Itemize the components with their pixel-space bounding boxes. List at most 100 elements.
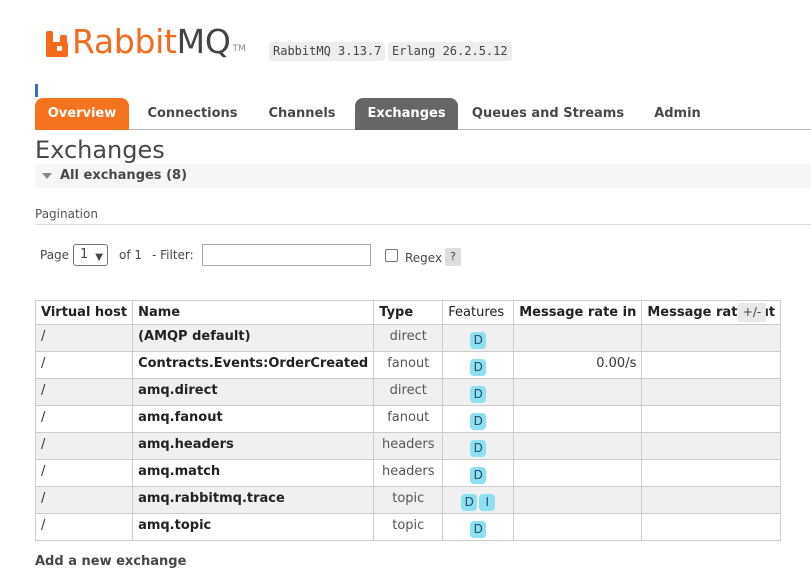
table-row: / amq.match headers D [34,459,782,487]
cell-virtual-host: / [34,378,134,406]
feature-badge: I [479,494,496,511]
all-exchanges-section-toggle[interactable]: All exchanges (8) [35,164,811,188]
cell-features: D [442,513,515,541]
column-header-name[interactable]: Name [132,300,375,325]
cell-virtual-host: / [34,405,134,433]
feature-badge: D [470,359,487,376]
cell-rate-out [641,513,782,541]
cell-type: fanout [373,405,444,433]
feature-badge: D [470,413,487,430]
cell-rate-in [513,513,643,541]
feature-badge: D [470,521,487,538]
cell-type: topic [373,486,444,514]
tab-overview[interactable]: Overview [35,98,129,130]
column-header-message-rate-in: Message rate in [513,300,643,325]
tab-connections[interactable]: Connections [139,98,246,130]
cell-virtual-host: / [34,324,134,352]
cell-rate-out [641,324,782,352]
cell-type: fanout [373,351,444,379]
table-row: / Contracts.Events:OrderCreated fanout D 0.0… [34,351,782,379]
main-nav-tabs: Overview Connections Channels Exchanges … [35,98,811,130]
cell-type: topic [373,513,444,541]
logo-trademark: TM [232,44,246,54]
column-header-features: Features [442,300,515,325]
cell-name-link[interactable]: amq.headers [132,432,375,460]
rabbitmq-logo[interactable]: RabbitMQ TM [46,22,246,62]
cell-features: D [442,405,515,433]
tab-admin[interactable]: Admin [640,98,715,130]
column-toggle-button[interactable]: +/- [738,303,766,322]
page-select[interactable]: 1 ▼ [73,244,108,266]
regex-label: Regex [405,251,443,265]
cell-name-link[interactable]: Contracts.Events:OrderCreated [132,351,375,379]
feature-badge: D [470,440,487,457]
cell-type: direct [373,324,444,352]
table-row: / amq.fanout fanout D [34,405,782,433]
cell-name-link[interactable]: amq.fanout [132,405,375,433]
table-row: / amq.headers headers D [34,432,782,460]
cell-rate-in [513,324,643,352]
tab-channels[interactable]: Channels [257,98,347,130]
cell-rate-out [641,432,782,460]
cell-type: headers [373,432,444,460]
pagination-label: Pagination [35,207,98,221]
cell-name-link[interactable]: amq.rabbitmq.trace [132,486,375,514]
table-row: / amq.direct direct D [34,378,782,406]
cell-virtual-host: / [34,351,134,379]
cell-rate-in [513,378,643,406]
version-badge: RabbitMQ 3.13.7 [269,42,386,61]
cell-virtual-host: / [34,513,134,541]
table-row: / amq.rabbitmq.trace topic D I [34,486,782,514]
cell-rate-out [641,351,782,379]
chevron-down-icon: ▼ [95,252,103,263]
page-select-value: 1 [80,247,89,262]
cell-virtual-host: / [34,459,134,487]
cell-rate-out [641,459,782,487]
cell-rate-in [513,459,643,487]
cell-rate-in [513,486,643,514]
cell-name-link[interactable]: amq.topic [132,513,375,541]
cell-virtual-host: / [34,432,134,460]
cell-name-link[interactable]: amq.direct [132,378,375,406]
cell-name-link[interactable]: amq.match [132,459,375,487]
section-label: All exchanges (8) [60,168,188,183]
column-header-virtual-host[interactable]: Virtual host [34,300,134,325]
rabbitmq-logo-icon [46,31,68,57]
cell-features: D [442,351,515,379]
erlang-version-badge: Erlang 26.2.5.12 [388,42,512,61]
cell-rate-in: 0.00/s [513,351,643,379]
cell-rate-out [641,486,782,514]
column-header-type[interactable]: Type [373,300,444,325]
feature-badge: D [470,467,487,484]
cell-name-link[interactable]: (AMQP default) [132,324,375,352]
status-marker [35,84,38,97]
cell-features: D [442,432,515,460]
exchanges-table: Virtual host Name Type Features Message … [34,300,782,541]
logo-wordmark: RabbitMQ [72,22,231,61]
cell-type: headers [373,459,444,487]
divider [35,224,811,225]
regex-checkbox[interactable] [385,249,398,262]
table-header-row: Virtual host Name Type Features Message … [34,300,782,325]
cell-features: DI [442,486,515,514]
table-row: / (AMQP default) direct D [34,324,782,352]
cell-rate-in [513,432,643,460]
cell-features: D [442,378,515,406]
page-title: Exchanges [35,136,165,164]
filter-input[interactable] [202,244,371,266]
page-count-label: of 1 [119,248,143,262]
cell-features: D [442,459,515,487]
cell-virtual-host: / [34,486,134,514]
feature-badge: D [470,386,487,403]
cell-features: D [442,324,515,352]
tab-exchanges[interactable]: Exchanges [355,98,458,130]
filter-label: - Filter: [152,248,194,262]
cell-rate-in [513,405,643,433]
cell-rate-out [641,378,782,406]
tab-queues-and-streams[interactable]: Queues and Streams [468,98,628,130]
regex-help-button[interactable]: ? [445,248,461,266]
cell-type: direct [373,378,444,406]
feature-badge: D [461,494,478,511]
table-row: / amq.topic topic D [34,513,782,541]
feature-badge: D [470,332,487,349]
